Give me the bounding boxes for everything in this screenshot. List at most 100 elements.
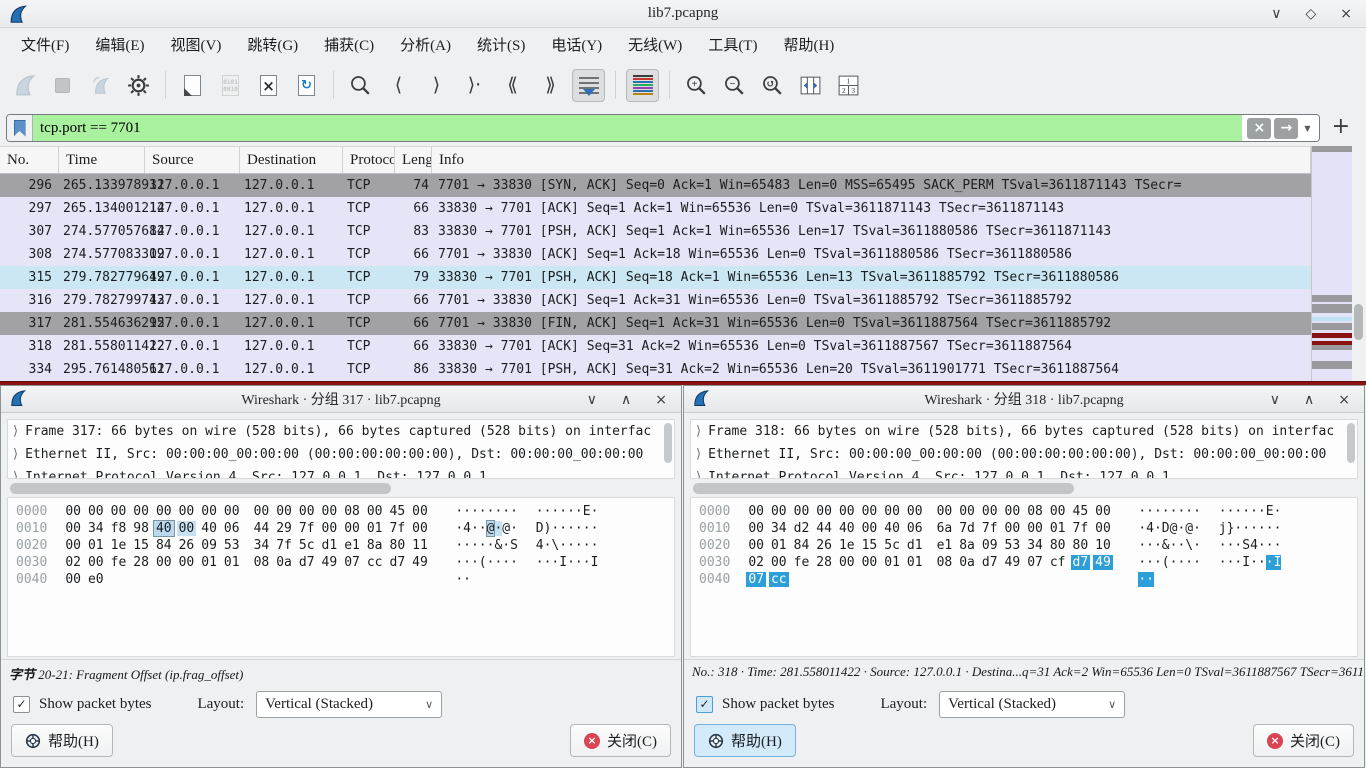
zoom-in-button[interactable]: +	[680, 69, 713, 102]
tree-horizontal-scrollbar[interactable]	[7, 482, 675, 495]
menu-view[interactable]: 视图(V)	[158, 30, 235, 59]
menu-statistics[interactable]: 统计(S)	[464, 30, 538, 59]
stop-capture-button[interactable]	[46, 69, 79, 102]
column-header-destination[interactable]: Destination	[240, 147, 343, 173]
expander-icon[interactable]: ⟩	[13, 447, 18, 462]
save-file-button[interactable]: 01010010	[214, 69, 247, 102]
minimize-icon[interactable]: ∨	[1270, 392, 1280, 408]
go-first-button[interactable]: ⟪	[496, 69, 529, 102]
packet-list-scrollbar[interactable]	[1352, 146, 1366, 381]
column-header-protocol[interactable]: Protocol	[343, 147, 395, 173]
column-header-time[interactable]: Time	[59, 147, 145, 173]
packet-row-296[interactable]: 296265.133978931127.0.0.1127.0.0.1TCP747…	[0, 174, 1311, 197]
help-button[interactable]: 帮助(H)	[11, 724, 113, 757]
start-capture-button[interactable]	[8, 69, 41, 102]
maximize-icon[interactable]: ◇	[1305, 6, 1316, 22]
reload-file-button[interactable]: ↻	[290, 69, 323, 102]
go-previous-button[interactable]: ⟨	[382, 69, 415, 102]
maximize-icon[interactable]: ∧	[1304, 392, 1314, 408]
close-button[interactable]: × 关闭(C)	[1253, 724, 1354, 757]
minimize-icon[interactable]: ∨	[1271, 6, 1281, 22]
column-numbers-button[interactable]: 123	[832, 69, 865, 102]
open-file-button[interactable]	[176, 69, 209, 102]
go-to-packet-button[interactable]: ⟩·	[458, 69, 491, 102]
zoom-out-button[interactable]: −	[718, 69, 751, 102]
packet-row-308[interactable]: 308274.577083309127.0.0.1127.0.0.1TCP667…	[0, 243, 1311, 266]
menu-capture[interactable]: 捕获(C)	[311, 30, 387, 59]
menu-tools[interactable]: 工具(T)	[695, 30, 770, 59]
packet-row-307[interactable]: 307274.577057684127.0.0.1127.0.0.1TCP833…	[0, 220, 1311, 243]
tree-row[interactable]: ⟩Internet Protocol Version 4, Src: 127.0…	[691, 466, 1357, 479]
tree-horizontal-scrollbar[interactable]	[690, 482, 1358, 495]
tree-scrollbar-thumb[interactable]	[664, 423, 672, 463]
expander-icon[interactable]: ⟩	[696, 447, 701, 462]
column-header-source[interactable]: Source	[145, 147, 240, 173]
column-header-length[interactable]: Length	[395, 147, 432, 173]
menu-go[interactable]: 跳转(G)	[234, 30, 311, 59]
help-icon	[25, 733, 41, 749]
go-last-button[interactable]: ⟫	[534, 69, 567, 102]
tree-row[interactable]: ⟩Frame 318: 66 bytes on wire (528 bits),…	[691, 420, 1357, 443]
packet-row-316[interactable]: 316279.782799743127.0.0.1127.0.0.1TCP667…	[0, 289, 1311, 312]
filter-bookmark-button[interactable]	[7, 115, 33, 141]
expander-icon[interactable]: ⟩	[13, 470, 18, 479]
expander-icon[interactable]: ⟩	[696, 470, 701, 479]
zoom-reset-button[interactable]: ↺	[756, 69, 789, 102]
hscroll-thumb[interactable]	[693, 483, 1074, 494]
tree-row[interactable]: ⟩Frame 317: 66 bytes on wire (528 bits),…	[8, 420, 674, 443]
resize-columns-button[interactable]	[794, 69, 827, 102]
auto-scroll-button[interactable]	[572, 69, 605, 102]
go-next-button[interactable]: ⟩	[420, 69, 453, 102]
tree-scrollbar-thumb[interactable]	[1347, 423, 1355, 463]
menu-telephony[interactable]: 电话(Y)	[538, 30, 615, 59]
minimize-icon[interactable]: ∨	[587, 392, 597, 408]
packet-list-minimap[interactable]	[1311, 146, 1352, 381]
chevron-down-icon: ∨	[425, 698, 433, 711]
column-header-info[interactable]: Info	[432, 147, 1311, 173]
display-filter-input[interactable]: tcp.port == 7701	[33, 115, 1242, 141]
close-icon[interactable]: ×	[655, 392, 667, 408]
filter-dropdown-icon[interactable]: ▼	[1301, 124, 1313, 133]
show-packet-bytes-checkbox[interactable]: ✓	[13, 696, 30, 713]
packet-bytes-pane[interactable]: 000000000000000000000000000008004500····…	[690, 497, 1358, 657]
menu-file[interactable]: 文件(F)	[8, 30, 82, 59]
menu-analyze[interactable]: 分析(A)	[387, 30, 464, 59]
close-icon[interactable]: ×	[1338, 392, 1350, 408]
packet-row-297[interactable]: 297265.134001214127.0.0.1127.0.0.1TCP663…	[0, 197, 1311, 220]
expander-icon[interactable]: ⟩	[13, 424, 18, 439]
layout-select[interactable]: Vertical (Stacked) ∨	[939, 691, 1125, 718]
menu-help[interactable]: 帮助(H)	[770, 30, 847, 59]
menu-wireless[interactable]: 无线(W)	[615, 30, 695, 59]
find-packet-button[interactable]	[344, 69, 377, 102]
capture-options-button[interactable]	[122, 69, 155, 102]
filter-clear-button[interactable]: ×	[1247, 118, 1271, 139]
close-icon[interactable]: ×	[1340, 6, 1352, 22]
tree-row[interactable]: ⟩Ethernet II, Src: 00:00:00_00:00:00 (00…	[8, 443, 674, 466]
tree-row[interactable]: ⟩Internet Protocol Version 4, Src: 127.0…	[8, 466, 674, 479]
close-file-button[interactable]: ×	[252, 69, 285, 102]
hscroll-thumb[interactable]	[10, 483, 391, 494]
help-button[interactable]: 帮助(H)	[694, 724, 796, 757]
packet-detail-tree[interactable]: ⟩Frame 318: 66 bytes on wire (528 bits),…	[690, 419, 1358, 479]
expander-icon[interactable]: ⟩	[696, 424, 701, 439]
column-header-no[interactable]: No.	[0, 147, 59, 173]
packet-detail-tree[interactable]: ⟩Frame 317: 66 bytes on wire (528 bits),…	[7, 419, 675, 479]
tree-row[interactable]: ⟩Ethernet II, Src: 00:00:00_00:00:00 (00…	[691, 443, 1357, 466]
packet-row-317[interactable]: 317281.554636295127.0.0.1127.0.0.1TCP667…	[0, 312, 1311, 335]
popup-titlebar[interactable]: Wireshark · 分组 318 · lib7.pcapng ∨ ∧ ×	[684, 386, 1364, 413]
restart-capture-button[interactable]	[84, 69, 117, 102]
colorize-button[interactable]	[626, 69, 659, 102]
popup-titlebar[interactable]: Wireshark · 分组 317 · lib7.pcapng ∨ ∧ ×	[1, 386, 681, 413]
maximize-icon[interactable]: ∧	[621, 392, 631, 408]
filter-apply-button[interactable]: →	[1274, 118, 1298, 139]
layout-select[interactable]: Vertical (Stacked) ∨	[256, 691, 442, 718]
scrollbar-thumb[interactable]	[1354, 304, 1363, 340]
packet-row-315[interactable]: 315279.782779649127.0.0.1127.0.0.1TCP793…	[0, 266, 1311, 289]
close-button[interactable]: × 关闭(C)	[570, 724, 671, 757]
packet-row-334[interactable]: 334295.761480561127.0.0.1127.0.0.1TCP863…	[0, 358, 1311, 381]
filter-add-button[interactable]: +	[1326, 114, 1360, 142]
show-packet-bytes-checkbox[interactable]: ✓	[696, 696, 713, 713]
packet-bytes-pane[interactable]: 000000000000000000000000000008004500····…	[7, 497, 675, 657]
packet-row-318[interactable]: 318281.558011422127.0.0.1127.0.0.1TCP663…	[0, 335, 1311, 358]
menu-edit[interactable]: 编辑(E)	[82, 30, 157, 59]
